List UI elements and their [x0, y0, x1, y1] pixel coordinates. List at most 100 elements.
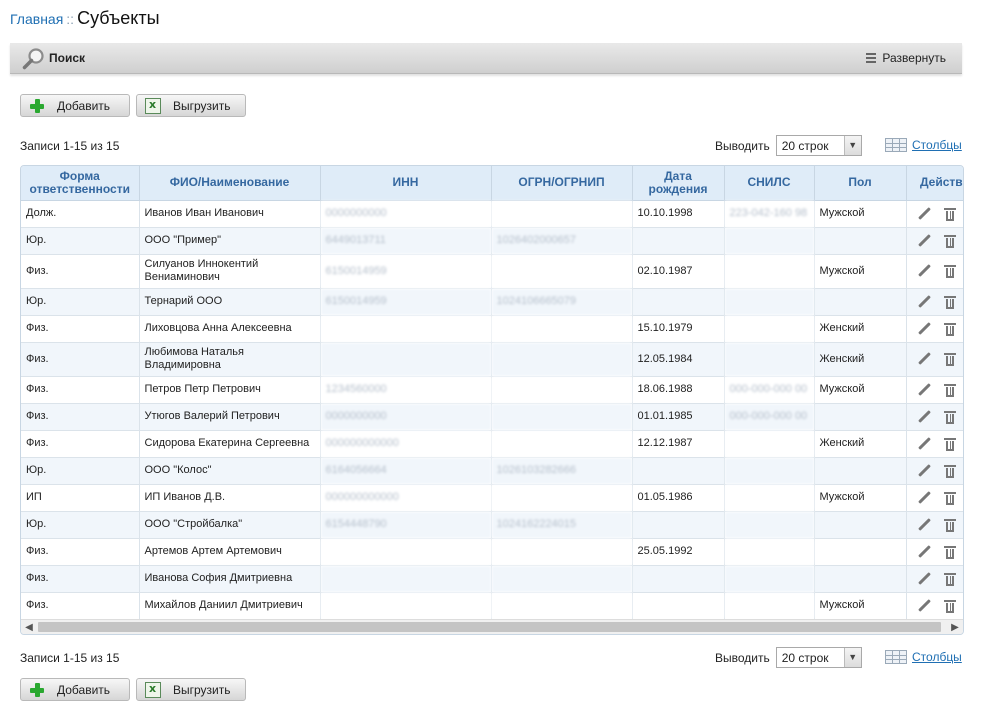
cell-birth-date: 01.01.1985 [632, 403, 725, 431]
per-page-select[interactable]: 20 строк ▼ [775, 135, 862, 156]
cell-actions [906, 315, 963, 343]
cell-name: Иванова София Дмитриевна [139, 565, 321, 593]
column-header-name[interactable]: ФИО/Наименование [139, 166, 321, 201]
cell-inn: 000000000000 [320, 484, 492, 512]
columns-grid-icon[interactable] [885, 650, 907, 664]
table-row[interactable]: Физ. Михайлов Даниил Дмитриевич Мужской [21, 592, 963, 620]
delete-trash-icon[interactable] [943, 518, 957, 532]
table-row[interactable]: Физ. Иванова София Дмитриевна [21, 565, 963, 593]
delete-trash-icon[interactable] [943, 352, 957, 366]
edit-pencil-icon[interactable] [917, 545, 931, 559]
records-count: Записи 1-15 из 15 [20, 139, 120, 153]
export-button-bottom[interactable]: Выгрузить [136, 678, 246, 701]
delete-trash-icon[interactable] [943, 545, 957, 559]
delete-trash-icon[interactable] [943, 572, 957, 586]
cell-gender: Женский [814, 342, 907, 377]
columns-link[interactable]: Столбцы [912, 138, 962, 152]
edit-pencil-icon[interactable] [917, 464, 931, 478]
edit-pencil-icon[interactable] [917, 234, 931, 248]
cell-name: Силуанов Иннокентий Вениаминович [139, 254, 321, 289]
table-row[interactable]: Юр. ООО "Колос" 6164056664 1026103282666 [21, 457, 963, 485]
column-header-snils[interactable]: СНИЛС [724, 166, 815, 201]
breadcrumb-home-link[interactable]: Главная [10, 11, 63, 27]
table-row[interactable]: Физ. Петров Петр Петрович 1234560000 18.… [21, 376, 963, 404]
cell-ogrn: 1026103282666 [491, 457, 633, 485]
edit-pencil-icon[interactable] [917, 352, 931, 366]
table-row[interactable]: Физ. Артемов Артем Артемович 25.05.1992 [21, 538, 963, 566]
delete-trash-icon[interactable] [943, 410, 957, 424]
cell-actions [906, 254, 963, 289]
per-page-select[interactable]: 20 строк ▼ [775, 647, 862, 668]
cell-birth-date: 18.06.1988 [632, 376, 725, 404]
edit-pencil-icon[interactable] [917, 207, 931, 221]
cell-birth-date: 01.05.1986 [632, 484, 725, 512]
column-header-inn[interactable]: ИНН [320, 166, 492, 201]
cell-snils [724, 565, 815, 593]
search-panel-title: Поиск [49, 51, 86, 65]
scrollbar-thumb[interactable] [38, 622, 941, 632]
cell-actions [906, 592, 963, 620]
edit-pencil-icon[interactable] [917, 437, 931, 451]
column-header-ogrn[interactable]: ОГРН/ОГРНИП [491, 166, 633, 201]
cell-snils: 223-042-160 98 [724, 200, 815, 228]
columns-link[interactable]: Столбцы [912, 650, 962, 664]
expand-button[interactable]: Развернуть [866, 51, 946, 65]
cell-gender [814, 538, 907, 566]
table-row[interactable]: Физ. Силуанов Иннокентий Вениаминович 61… [21, 254, 963, 289]
add-button[interactable]: Добавить [20, 94, 130, 117]
table-row[interactable]: Физ. Утюгов Валерий Петрович 0000000000 … [21, 403, 963, 431]
cell-gender [814, 565, 907, 593]
table-row[interactable]: Физ. Лиховцова Анна Алексеевна 15.10.197… [21, 315, 963, 343]
edit-pencil-icon[interactable] [917, 410, 931, 424]
edit-pencil-icon[interactable] [917, 383, 931, 397]
column-header-birth-date[interactable]: Дата рождения [632, 166, 725, 201]
delete-trash-icon[interactable] [943, 207, 957, 221]
page-title: Субъекты [77, 8, 160, 28]
delete-trash-icon[interactable] [943, 234, 957, 248]
table-row[interactable]: Долж. Иванов Иван Иванович 0000000000 10… [21, 200, 963, 228]
columns-grid-icon[interactable] [885, 138, 907, 152]
edit-pencil-icon[interactable] [917, 295, 931, 309]
delete-trash-icon[interactable] [943, 599, 957, 613]
delete-trash-icon[interactable] [943, 437, 957, 451]
per-page-value: 20 строк [781, 138, 829, 153]
edit-pencil-icon[interactable] [917, 572, 931, 586]
cell-inn [320, 538, 492, 566]
cell-ogrn [491, 592, 633, 620]
edit-pencil-icon[interactable] [917, 264, 931, 278]
search-panel-header[interactable]: Поиск Развернуть [10, 43, 962, 74]
edit-pencil-icon[interactable] [917, 491, 931, 505]
columns-control: Столбцы [885, 138, 962, 152]
per-page-control: Выводить 20 строк ▼ [715, 135, 862, 156]
export-button[interactable]: Выгрузить [136, 94, 246, 117]
table-row[interactable]: Юр. ООО "Пример" 6449013711 102640200065… [21, 227, 963, 255]
excel-icon [145, 681, 161, 698]
cell-form: Физ. [21, 315, 140, 343]
cell-snils: 000-000-000 00 [724, 376, 815, 404]
cell-inn [320, 565, 492, 593]
cell-name: ООО "Пример" [139, 227, 321, 255]
column-header-form[interactable]: Форма ответственности [21, 166, 140, 201]
delete-trash-icon[interactable] [943, 491, 957, 505]
delete-trash-icon[interactable] [943, 264, 957, 278]
delete-trash-icon[interactable] [943, 464, 957, 478]
cell-birth-date: 10.10.1998 [632, 200, 725, 228]
table-row[interactable]: Юр. Тернарий ООО 6150014959 102410666507… [21, 288, 963, 316]
scroll-left-icon[interactable]: ◀ [21, 620, 37, 634]
edit-pencil-icon[interactable] [917, 518, 931, 532]
edit-pencil-icon[interactable] [917, 599, 931, 613]
delete-trash-icon[interactable] [943, 383, 957, 397]
cell-birth-date: 15.10.1979 [632, 315, 725, 343]
table-row[interactable]: Физ. Сидорова Екатерина Сергеевна 000000… [21, 430, 963, 458]
delete-trash-icon[interactable] [943, 295, 957, 309]
table-row[interactable]: Юр. ООО "Стройбалка" 6154448790 10241622… [21, 511, 963, 539]
scroll-right-icon[interactable]: ▶ [947, 620, 963, 634]
table-row[interactable]: ИП ИП Иванов Д.В. 000000000000 01.05.198… [21, 484, 963, 512]
edit-pencil-icon[interactable] [917, 322, 931, 336]
table-row[interactable]: Физ. Любимова Наталья Владимировна 12.05… [21, 342, 963, 377]
delete-trash-icon[interactable] [943, 322, 957, 336]
cell-birth-date: 25.05.1992 [632, 538, 725, 566]
horizontal-scrollbar[interactable]: ◀ ▶ [21, 619, 963, 634]
column-header-gender[interactable]: Пол [814, 166, 907, 201]
add-button-bottom[interactable]: Добавить [20, 678, 130, 701]
